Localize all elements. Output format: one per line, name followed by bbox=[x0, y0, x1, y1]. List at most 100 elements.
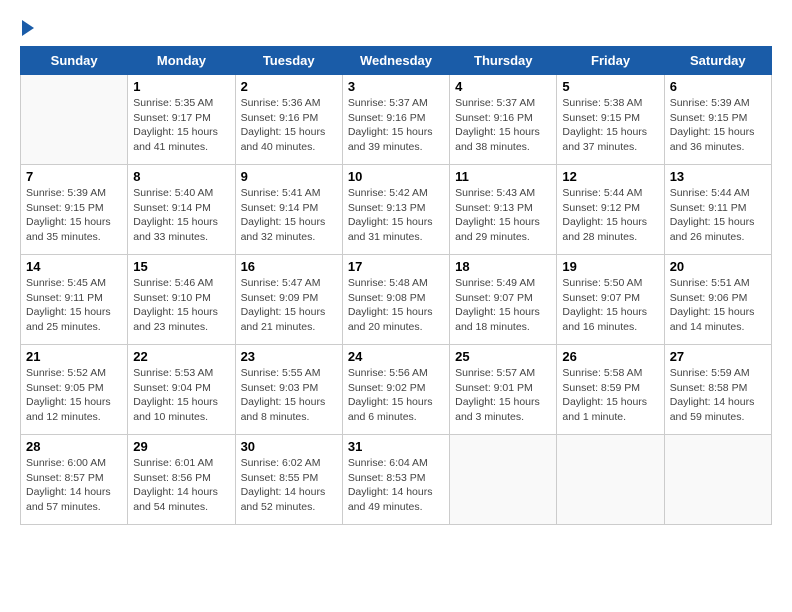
calendar-cell: 6 Sunrise: 5:39 AM Sunset: 9:15 PM Daylig… bbox=[664, 75, 771, 165]
day-info: Sunrise: 5:55 AM Sunset: 9:03 PM Dayligh… bbox=[241, 366, 337, 425]
calendar-cell bbox=[21, 75, 128, 165]
day-of-week-header: Sunday bbox=[21, 47, 128, 75]
day-info: Sunrise: 5:52 AM Sunset: 9:05 PM Dayligh… bbox=[26, 366, 122, 425]
calendar-cell: 25 Sunrise: 5:57 AM Sunset: 9:01 PM Dayli… bbox=[450, 345, 557, 435]
page-header bbox=[20, 20, 772, 36]
calendar-cell: 17 Sunrise: 5:48 AM Sunset: 9:08 PM Dayli… bbox=[342, 255, 449, 345]
calendar-week-row: 28 Sunrise: 6:00 AM Sunset: 8:57 PM Dayli… bbox=[21, 435, 772, 525]
logo-arrow-icon bbox=[22, 20, 34, 36]
calendar-cell: 9 Sunrise: 5:41 AM Sunset: 9:14 PM Daylig… bbox=[235, 165, 342, 255]
calendar-cell: 23 Sunrise: 5:55 AM Sunset: 9:03 PM Dayli… bbox=[235, 345, 342, 435]
day-number: 28 bbox=[26, 439, 122, 454]
day-number: 23 bbox=[241, 349, 337, 364]
calendar-cell: 30Sunrise: 6:02 AM Sunset: 8:55 PM Dayli… bbox=[235, 435, 342, 525]
day-number: 15 bbox=[133, 259, 229, 274]
calendar-cell bbox=[450, 435, 557, 525]
calendar-week-row: 14Sunrise: 5:45 AM Sunset: 9:11 PM Dayli… bbox=[21, 255, 772, 345]
day-number: 24 bbox=[348, 349, 444, 364]
day-info: Sunrise: 5:41 AM Sunset: 9:14 PM Dayligh… bbox=[241, 186, 337, 245]
calendar-cell: 24 Sunrise: 5:56 AM Sunset: 9:02 PM Dayli… bbox=[342, 345, 449, 435]
day-info: Sunrise: 5:42 AM Sunset: 9:13 PM Dayligh… bbox=[348, 186, 444, 245]
calendar-cell: 20Sunrise: 5:51 AM Sunset: 9:06 PM Dayli… bbox=[664, 255, 771, 345]
day-of-week-header: Tuesday bbox=[235, 47, 342, 75]
calendar-cell: 27Sunrise: 5:59 AM Sunset: 8:58 PM Dayli… bbox=[664, 345, 771, 435]
calendar-cell: 8Sunrise: 5:40 AM Sunset: 9:14 PM Daylig… bbox=[128, 165, 235, 255]
calendar-cell: 16 Sunrise: 5:47 AM Sunset: 9:09 PM Dayli… bbox=[235, 255, 342, 345]
day-number: 27 bbox=[670, 349, 766, 364]
calendar-cell: 19 Sunrise: 5:50 AM Sunset: 9:07 PM Dayli… bbox=[557, 255, 664, 345]
calendar-cell: 22 Sunrise: 5:53 AM Sunset: 9:04 PM Dayli… bbox=[128, 345, 235, 435]
calendar-cell: 21 Sunrise: 5:52 AM Sunset: 9:05 PM Dayli… bbox=[21, 345, 128, 435]
day-number: 11 bbox=[455, 169, 551, 184]
day-number: 4 bbox=[455, 79, 551, 94]
day-info: Sunrise: 5:50 AM Sunset: 9:07 PM Dayligh… bbox=[562, 276, 658, 335]
day-of-week-header: Wednesday bbox=[342, 47, 449, 75]
calendar-table: SundayMondayTuesdayWednesdayThursdayFrid… bbox=[20, 46, 772, 525]
day-of-week-header: Saturday bbox=[664, 47, 771, 75]
day-info: Sunrise: 6:04 AM Sunset: 8:53 PM Dayligh… bbox=[348, 456, 444, 515]
day-number: 2 bbox=[241, 79, 337, 94]
day-number: 10 bbox=[348, 169, 444, 184]
day-info: Sunrise: 5:37 AM Sunset: 9:16 PM Dayligh… bbox=[455, 96, 551, 155]
day-number: 9 bbox=[241, 169, 337, 184]
day-info: Sunrise: 5:43 AM Sunset: 9:13 PM Dayligh… bbox=[455, 186, 551, 245]
day-info: Sunrise: 5:58 AM Sunset: 8:59 PM Dayligh… bbox=[562, 366, 658, 425]
calendar-week-row: 1Sunrise: 5:35 AM Sunset: 9:17 PM Daylig… bbox=[21, 75, 772, 165]
day-number: 25 bbox=[455, 349, 551, 364]
day-info: Sunrise: 5:53 AM Sunset: 9:04 PM Dayligh… bbox=[133, 366, 229, 425]
day-info: Sunrise: 5:51 AM Sunset: 9:06 PM Dayligh… bbox=[670, 276, 766, 335]
calendar-cell: 15 Sunrise: 5:46 AM Sunset: 9:10 PM Dayli… bbox=[128, 255, 235, 345]
day-info: Sunrise: 5:46 AM Sunset: 9:10 PM Dayligh… bbox=[133, 276, 229, 335]
calendar-cell: 29 Sunrise: 6:01 AM Sunset: 8:56 PM Dayli… bbox=[128, 435, 235, 525]
calendar-cell: 3Sunrise: 5:37 AM Sunset: 9:16 PM Daylig… bbox=[342, 75, 449, 165]
day-info: Sunrise: 6:02 AM Sunset: 8:55 PM Dayligh… bbox=[241, 456, 337, 515]
day-number: 16 bbox=[241, 259, 337, 274]
calendar-cell: 4 Sunrise: 5:37 AM Sunset: 9:16 PM Daylig… bbox=[450, 75, 557, 165]
day-number: 26 bbox=[562, 349, 658, 364]
day-number: 12 bbox=[562, 169, 658, 184]
calendar-cell: 5 Sunrise: 5:38 AM Sunset: 9:15 PM Daylig… bbox=[557, 75, 664, 165]
calendar-cell: 2 Sunrise: 5:36 AM Sunset: 9:16 PM Daylig… bbox=[235, 75, 342, 165]
calendar-cell: 31 Sunrise: 6:04 AM Sunset: 8:53 PM Dayli… bbox=[342, 435, 449, 525]
day-number: 14 bbox=[26, 259, 122, 274]
day-info: Sunrise: 5:39 AM Sunset: 9:15 PM Dayligh… bbox=[26, 186, 122, 245]
day-number: 6 bbox=[670, 79, 766, 94]
calendar-cell: 1Sunrise: 5:35 AM Sunset: 9:17 PM Daylig… bbox=[128, 75, 235, 165]
calendar-cell: 13 Sunrise: 5:44 AM Sunset: 9:11 PM Dayli… bbox=[664, 165, 771, 255]
day-number: 18 bbox=[455, 259, 551, 274]
day-info: Sunrise: 5:37 AM Sunset: 9:16 PM Dayligh… bbox=[348, 96, 444, 155]
calendar-cell bbox=[557, 435, 664, 525]
calendar-cell: 18Sunrise: 5:49 AM Sunset: 9:07 PM Dayli… bbox=[450, 255, 557, 345]
day-number: 31 bbox=[348, 439, 444, 454]
day-info: Sunrise: 5:48 AM Sunset: 9:08 PM Dayligh… bbox=[348, 276, 444, 335]
day-info: Sunrise: 5:39 AM Sunset: 9:15 PM Dayligh… bbox=[670, 96, 766, 155]
day-number: 17 bbox=[348, 259, 444, 274]
calendar-cell bbox=[664, 435, 771, 525]
day-info: Sunrise: 5:47 AM Sunset: 9:09 PM Dayligh… bbox=[241, 276, 337, 335]
logo bbox=[20, 20, 34, 36]
day-number: 8 bbox=[133, 169, 229, 184]
calendar-cell: 26 Sunrise: 5:58 AM Sunset: 8:59 PM Dayli… bbox=[557, 345, 664, 435]
day-info: Sunrise: 6:00 AM Sunset: 8:57 PM Dayligh… bbox=[26, 456, 122, 515]
calendar-header-row: SundayMondayTuesdayWednesdayThursdayFrid… bbox=[21, 47, 772, 75]
day-number: 7 bbox=[26, 169, 122, 184]
day-info: Sunrise: 5:36 AM Sunset: 9:16 PM Dayligh… bbox=[241, 96, 337, 155]
day-number: 13 bbox=[670, 169, 766, 184]
day-info: Sunrise: 5:38 AM Sunset: 9:15 PM Dayligh… bbox=[562, 96, 658, 155]
calendar-cell: 10 Sunrise: 5:42 AM Sunset: 9:13 PM Dayli… bbox=[342, 165, 449, 255]
day-number: 21 bbox=[26, 349, 122, 364]
calendar-cell: 7 Sunrise: 5:39 AM Sunset: 9:15 PM Daylig… bbox=[21, 165, 128, 255]
day-info: Sunrise: 5:44 AM Sunset: 9:12 PM Dayligh… bbox=[562, 186, 658, 245]
calendar-cell: 14Sunrise: 5:45 AM Sunset: 9:11 PM Dayli… bbox=[21, 255, 128, 345]
day-number: 22 bbox=[133, 349, 229, 364]
calendar-week-row: 7 Sunrise: 5:39 AM Sunset: 9:15 PM Daylig… bbox=[21, 165, 772, 255]
day-info: Sunrise: 6:01 AM Sunset: 8:56 PM Dayligh… bbox=[133, 456, 229, 515]
calendar-cell: 11 Sunrise: 5:43 AM Sunset: 9:13 PM Dayli… bbox=[450, 165, 557, 255]
day-number: 5 bbox=[562, 79, 658, 94]
day-number: 29 bbox=[133, 439, 229, 454]
day-info: Sunrise: 5:57 AM Sunset: 9:01 PM Dayligh… bbox=[455, 366, 551, 425]
day-number: 19 bbox=[562, 259, 658, 274]
day-info: Sunrise: 5:56 AM Sunset: 9:02 PM Dayligh… bbox=[348, 366, 444, 425]
day-info: Sunrise: 5:44 AM Sunset: 9:11 PM Dayligh… bbox=[670, 186, 766, 245]
day-of-week-header: Friday bbox=[557, 47, 664, 75]
